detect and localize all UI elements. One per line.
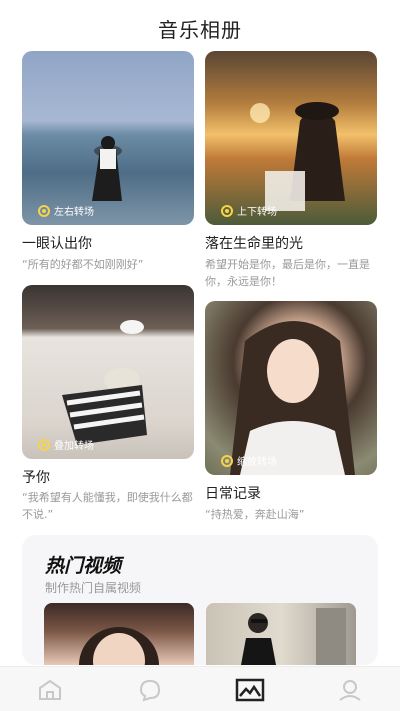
transition-badge: 缩放转场: [221, 453, 277, 468]
transition-badge: 叠加转场: [38, 437, 94, 452]
album-description: “所有的好都不如刚刚好”: [22, 258, 144, 271]
album-thumbnail[interactable]: 叠加转场: [22, 285, 194, 459]
badge-icon: [221, 204, 233, 217]
album-title: 落在生命里的光: [205, 236, 303, 252]
album-title: 予你: [22, 470, 50, 486]
album-title: 一眼认出你: [22, 236, 92, 252]
profile-icon: [339, 680, 361, 701]
album-title: 日常记录: [205, 486, 261, 502]
album-description: “我希望有人能懂我，即使我什么都不说.”: [22, 491, 193, 521]
nav-album[interactable]: [230, 675, 270, 705]
hot-video-thumbnail[interactable]: [44, 603, 194, 703]
album-photo: [250, 102, 345, 211]
nav-profile[interactable]: [330, 675, 370, 705]
nav-home[interactable]: [30, 675, 70, 705]
transition-badge: 上下转场: [221, 203, 277, 218]
section-title: 热门视频: [45, 555, 122, 577]
album-photo: [230, 321, 355, 475]
album-description: “持热爱，奔赴山海”: [205, 508, 305, 521]
section-subtitle: 制作热门自属视频: [45, 581, 142, 595]
home-icon: [39, 679, 61, 700]
video-photo: [241, 608, 346, 665]
hot-video-thumbnail[interactable]: [206, 603, 356, 665]
album-thumbnail[interactable]: 缩放转场: [205, 301, 377, 475]
album-thumbnail[interactable]: 上下转场: [205, 51, 377, 225]
nav-discover[interactable]: [130, 675, 170, 705]
page-title: 音乐相册: [158, 18, 242, 42]
transition-badge: 左右转场: [38, 203, 94, 218]
image-icon: [235, 678, 265, 702]
album-photo: [62, 320, 147, 445]
album-thumbnail[interactable]: 左右转场: [22, 51, 194, 225]
bottom-nav: [0, 666, 400, 711]
badge-icon: [38, 438, 50, 451]
hot-videos-section: 热门视频 制作热门自属视频: [22, 535, 378, 703]
badge-icon: [221, 454, 233, 467]
badge-icon: [38, 204, 50, 217]
album-description: 希望开始是你，最后是你，一直是你，永远是你！: [205, 258, 370, 288]
bubble-icon: [139, 679, 161, 702]
album-photo: [92, 136, 122, 201]
video-photo: [79, 627, 159, 703]
